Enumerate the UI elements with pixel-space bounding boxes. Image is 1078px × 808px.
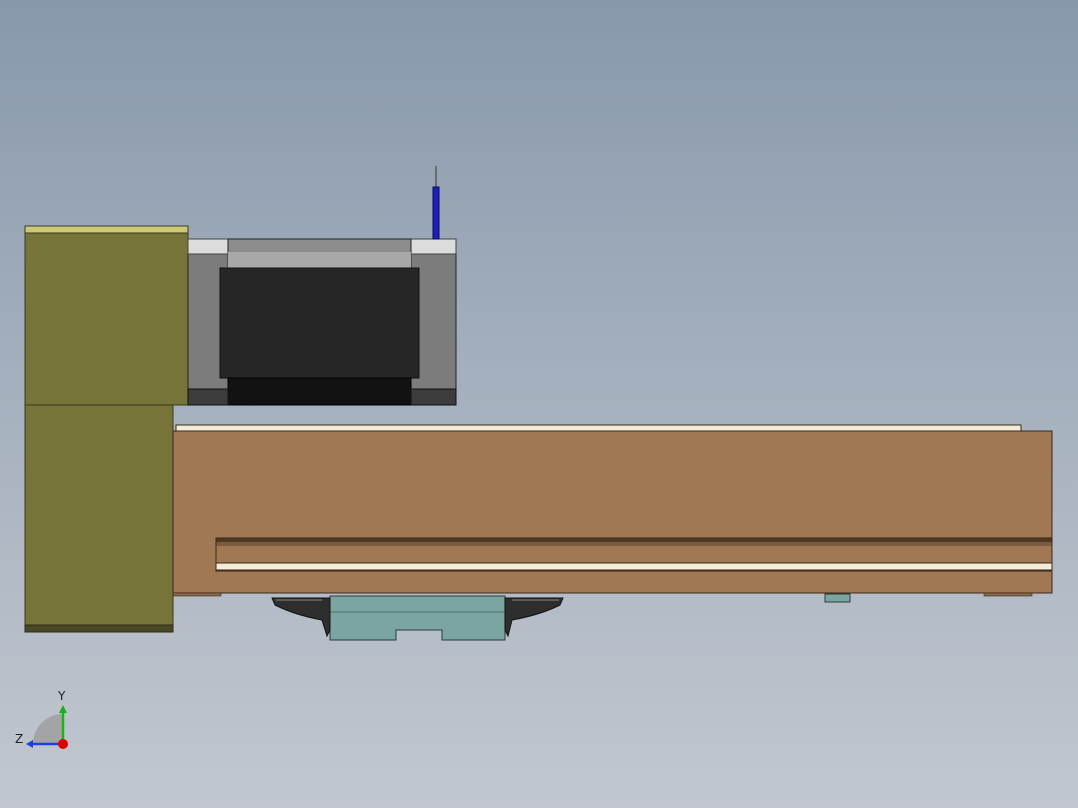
x-axis-dot [58,739,68,749]
z-axis-label: Z [15,732,23,746]
linear-rail-base[interactable] [172,424,1053,597]
motor-mount-plate[interactable] [24,225,189,633]
cable-clamp-right[interactable] [504,597,564,638]
motor-shaft[interactable] [432,166,440,240]
axis-triad: Y Z [15,689,68,749]
cable-clamp-left[interactable] [271,597,331,638]
stepper-motor[interactable] [187,238,457,406]
carriage-block[interactable] [329,593,851,641]
cad-viewport[interactable]: Y Z [0,0,1078,808]
y-axis-label: Y [57,689,66,703]
